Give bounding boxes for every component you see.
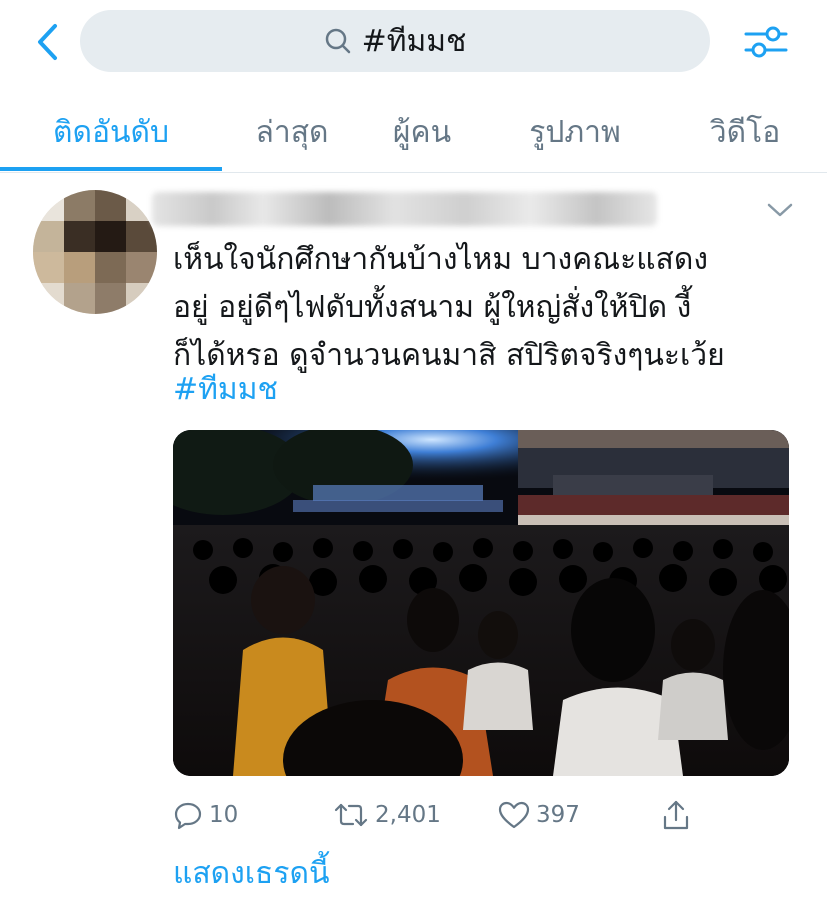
back-button[interactable]	[28, 18, 68, 66]
retweet-count: 2,401	[375, 802, 441, 828]
search-query: #ทีมมช	[361, 23, 467, 59]
retweet-button[interactable]: 2,401	[333, 792, 441, 838]
tabs-divider	[0, 172, 827, 173]
tweet-text: เห็นใจนักศึกษากันบ้างไหม บางคณะแสดง อยู่…	[173, 236, 793, 380]
tweet-actions: 10 2,401 397	[173, 792, 733, 838]
reply-button[interactable]: 10	[173, 792, 238, 838]
share-button[interactable]	[661, 792, 691, 838]
tab-videos[interactable]: วิดีโอ	[670, 100, 820, 164]
hashtag-link[interactable]: #ทีมมช	[173, 366, 278, 414]
caret-down-icon	[767, 203, 793, 217]
tweet-photo[interactable]	[173, 430, 789, 776]
blurred-username[interactable]	[152, 192, 657, 226]
tweet-text-line: เห็นใจนักศึกษากันบ้างไหม บางคณะแสดง	[173, 242, 708, 277]
avatar[interactable]	[33, 190, 157, 314]
filter-settings-icon	[744, 26, 788, 58]
like-icon	[498, 801, 530, 829]
tab-latest[interactable]: ล่าสุด	[222, 100, 362, 164]
reply-icon	[174, 802, 202, 830]
stadium-crowd-image	[173, 430, 789, 776]
like-button[interactable]: 397	[498, 792, 580, 838]
show-thread-link[interactable]: แสดงเธรดนี้	[173, 850, 329, 898]
avatar-pixelated-image	[33, 190, 157, 314]
search-tabs: ติดอันดับ ล่าสุด ผู้คน รูปภาพ วิดีโอ	[0, 100, 827, 172]
share-icon	[663, 800, 689, 830]
tweet-menu-button[interactable]	[764, 198, 796, 222]
retweet-icon	[334, 803, 368, 827]
like-count: 397	[536, 802, 580, 828]
back-chevron-icon	[38, 24, 57, 60]
active-tab-indicator	[0, 167, 222, 171]
reply-count: 10	[209, 802, 239, 828]
search-bar[interactable]: #ทีมมช	[80, 10, 710, 72]
search-icon	[325, 28, 350, 54]
top-bar: #ทีมมช	[0, 0, 827, 90]
tab-top[interactable]: ติดอันดับ	[0, 100, 222, 164]
tweet-text-line: อยู่ อยู่ดีๆไฟดับทั้งสนาม ผู้ใหญ่สั่งให้…	[173, 290, 692, 325]
tab-people[interactable]: ผู้คน	[362, 100, 482, 164]
tab-photos[interactable]: รูปภาพ	[490, 100, 660, 164]
search-filter-button[interactable]	[738, 18, 794, 66]
